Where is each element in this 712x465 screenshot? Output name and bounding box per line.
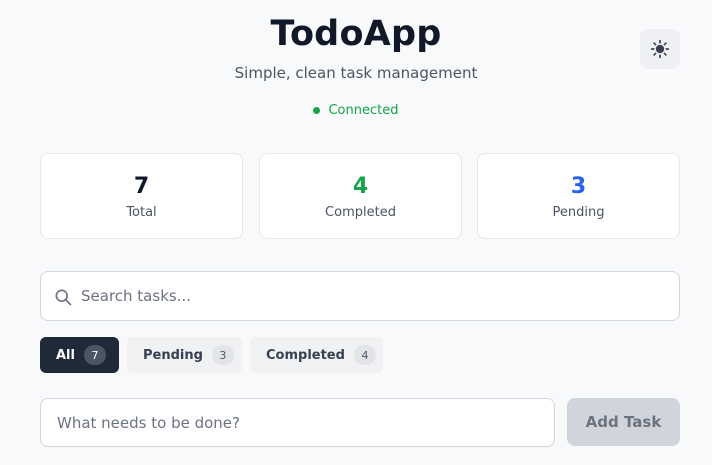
new-task-input[interactable]	[40, 398, 555, 447]
search-input[interactable]	[81, 272, 671, 320]
status-dot-icon	[313, 107, 321, 114]
stat-card-pending: 3 Pending	[477, 153, 680, 239]
stat-completed-value: 4	[352, 174, 369, 199]
filter-completed-count-badge: 4	[353, 345, 376, 365]
add-task-button[interactable]: Add Task	[567, 398, 680, 446]
filter-completed-label: Completed	[266, 347, 345, 363]
todo-app: TodoApp Simple, clean task management Co…	[0, 0, 712, 465]
app-subtitle: Simple, clean task management	[234, 64, 478, 82]
stat-pending-label: Pending	[552, 205, 605, 220]
filter-all-button[interactable]: All 7	[40, 337, 119, 373]
filter-pending-button[interactable]: Pending 3	[127, 337, 242, 373]
theme-toggle-button[interactable]	[640, 29, 680, 69]
sun-icon	[650, 39, 670, 59]
stat-completed-label: Completed	[325, 205, 396, 220]
connection-status: Connected	[0, 103, 712, 118]
filter-all-count-badge: 7	[83, 345, 106, 365]
stat-card-total: 7 Total	[40, 153, 243, 239]
filter-pending-count-badge: 3	[211, 345, 234, 365]
stat-card-completed: 4 Completed	[259, 153, 462, 239]
stats-row: 7 Total 4 Completed 3 Pending	[40, 153, 680, 239]
stat-pending-value: 3	[570, 174, 587, 199]
stat-total-label: Total	[126, 205, 157, 220]
filter-pending-label: Pending	[143, 347, 203, 363]
filter-completed-button[interactable]: Completed 4	[250, 337, 383, 373]
filter-all-label: All	[56, 347, 75, 363]
stat-total-value: 7	[133, 174, 150, 199]
status-text: Connected	[328, 103, 399, 118]
search-icon	[55, 289, 72, 306]
search-box	[40, 271, 680, 321]
app-title: TodoApp	[270, 14, 442, 54]
